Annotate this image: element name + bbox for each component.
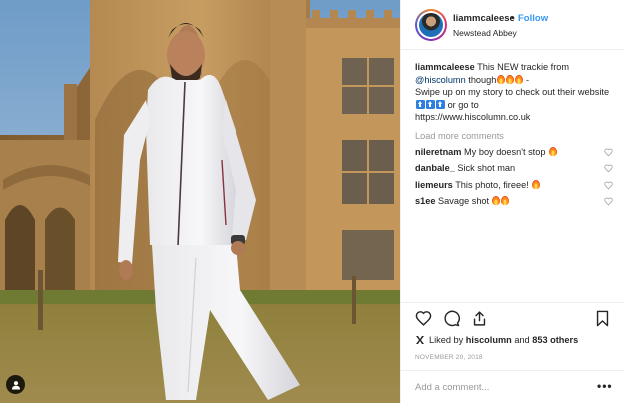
share-icon[interactable] bbox=[471, 310, 488, 327]
comment-text: This photo, fireee! bbox=[455, 179, 529, 190]
likes-user-link[interactable]: hiscolumn bbox=[466, 335, 512, 345]
heart-icon[interactable] bbox=[415, 310, 432, 327]
caption-text-4: Swipe up on my story to check out their … bbox=[415, 87, 610, 97]
comment-like-heart-icon[interactable] bbox=[604, 197, 613, 206]
caption-link: https://www.hiscolumn.co.uk bbox=[415, 112, 531, 122]
post-side-panel: liammcaleese • Follow Newstead Abbey lia… bbox=[400, 0, 624, 403]
fire-icon bbox=[492, 196, 501, 205]
comment-text: Sick shot man bbox=[457, 163, 516, 173]
caption-text-3: - bbox=[525, 74, 529, 85]
fire-icon bbox=[531, 179, 540, 189]
person-icon bbox=[11, 380, 20, 389]
comment-like-heart-icon[interactable] bbox=[604, 181, 613, 190]
caption-text-1: This NEW trackie from bbox=[477, 62, 570, 72]
avatar[interactable] bbox=[415, 9, 447, 41]
avatar-image bbox=[419, 13, 443, 37]
bookmark-icon[interactable] bbox=[594, 310, 611, 327]
tagged-users-button[interactable] bbox=[6, 375, 25, 394]
up-arrow-icon bbox=[435, 99, 445, 109]
comment-item: nileretnam My boy doesn't stop bbox=[415, 146, 613, 158]
comment-icon[interactable] bbox=[443, 310, 460, 327]
fire-icon bbox=[496, 74, 505, 84]
liker-avatar-icon bbox=[416, 336, 424, 344]
caption-text-2: though bbox=[468, 74, 497, 85]
comment-username[interactable]: liemeurs bbox=[415, 180, 453, 190]
comment-text: My boy doesn't stop bbox=[464, 146, 546, 157]
header-username[interactable]: liammcaleese bbox=[453, 13, 515, 24]
fire-icon bbox=[514, 74, 523, 84]
comment-like-heart-icon[interactable] bbox=[604, 164, 613, 173]
caption-username[interactable]: liammcaleese bbox=[415, 62, 475, 72]
add-comment-input[interactable] bbox=[415, 380, 575, 394]
comment-username[interactable]: danbale_ bbox=[415, 163, 455, 173]
add-comment-bar: ••• bbox=[401, 370, 624, 403]
up-arrow-icon bbox=[415, 99, 425, 109]
fire-icon bbox=[501, 196, 510, 205]
likes-joiner: and bbox=[514, 335, 530, 345]
location-link[interactable]: Newstead Abbey bbox=[453, 28, 517, 38]
fire-icon bbox=[505, 74, 514, 84]
likes-others-link[interactable]: 853 others bbox=[532, 335, 578, 345]
comment-username[interactable]: s1ee bbox=[415, 196, 435, 206]
follow-separator: • bbox=[511, 13, 515, 24]
comments-area: liammcaleese This NEW trackie from @hisc… bbox=[401, 52, 624, 302]
post-caption: liammcaleese This NEW trackie from @hisc… bbox=[415, 61, 611, 124]
comment-like-heart-icon[interactable] bbox=[604, 148, 613, 157]
post-photo[interactable] bbox=[0, 0, 400, 403]
comment-item: danbale_ Sick shot man bbox=[415, 163, 613, 174]
likes-prefix: Liked by bbox=[429, 335, 464, 345]
up-arrow-icon bbox=[425, 99, 435, 109]
comment-item: liemeurs This photo, fireee! bbox=[415, 179, 613, 191]
post-date[interactable]: NOVEMBER 20, 2018 bbox=[415, 354, 483, 361]
likes-summary: Liked by hiscolumn and 853 others bbox=[415, 335, 578, 345]
fire-icon bbox=[548, 146, 557, 156]
photo-image bbox=[0, 0, 400, 403]
load-more-comments-button[interactable]: Load more comments bbox=[415, 131, 611, 141]
comment-item: s1ee Savage shot bbox=[415, 196, 613, 207]
comment-text: Savage shot bbox=[438, 196, 490, 206]
comment-username[interactable]: nileretnam bbox=[415, 147, 461, 157]
post-actions: Liked by hiscolumn and 853 others NOVEMB… bbox=[401, 302, 624, 398]
follow-button[interactable]: Follow bbox=[518, 13, 548, 24]
caption-mention[interactable]: @hiscolumn bbox=[415, 75, 466, 85]
caption-text-5: or go to bbox=[447, 99, 479, 110]
more-options-button[interactable]: ••• bbox=[597, 380, 613, 392]
avatar-ring bbox=[417, 11, 445, 39]
post-header: liammcaleese • Follow Newstead Abbey bbox=[401, 0, 624, 50]
